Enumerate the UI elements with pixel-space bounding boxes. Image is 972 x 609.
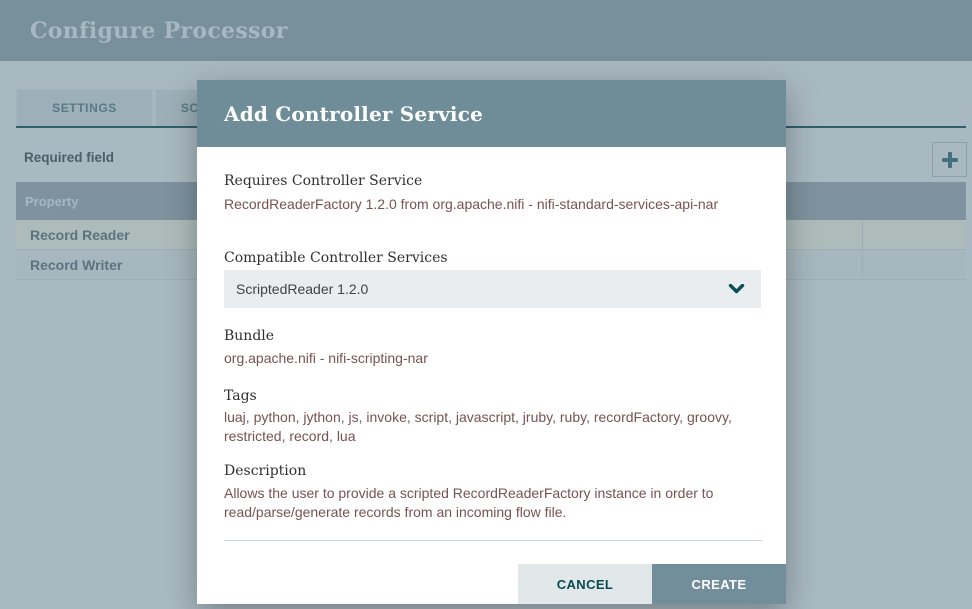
description-value: Allows the user to provide a scripted Re… — [224, 484, 761, 522]
compatible-services-dropdown[interactable]: ScriptedReader 1.2.0 — [224, 270, 761, 308]
add-controller-service-dialog: Add Controller Service Requires Controll… — [197, 80, 786, 604]
dialog-buttons: CANCEL CREATE — [518, 564, 786, 604]
requires-controller-service-value: RecordReaderFactory 1.2.0 from org.apach… — [224, 195, 761, 214]
property-name: Record Reader — [30, 227, 130, 243]
property-column-header-label: Property — [25, 194, 78, 209]
dialog-divider — [224, 540, 762, 541]
plus-icon — [942, 152, 958, 168]
compatible-services-label: Compatible Controller Services — [224, 250, 761, 266]
app-header: Configure Processor — [0, 0, 972, 61]
tab-settings[interactable]: SETTINGS — [16, 89, 153, 126]
create-button-label: CREATE — [692, 577, 747, 592]
bundle-label: Bundle — [224, 328, 761, 344]
add-property-button[interactable] — [932, 142, 967, 177]
required-field-note: Required field — [24, 150, 114, 165]
tags-value: luaj, python, jython, js, invoke, script… — [224, 408, 761, 446]
table-column-divider — [862, 220, 863, 280]
property-name: Record Writer — [30, 257, 122, 273]
dialog-title: Add Controller Service — [224, 102, 483, 126]
configure-processor-screen: Configure Processor SETTINGS SCHEDULING … — [0, 0, 972, 609]
selected-service: ScriptedReader 1.2.0 — [236, 281, 728, 297]
requires-controller-service-label: Requires Controller Service — [224, 173, 761, 189]
dialog-header: Add Controller Service — [197, 80, 786, 147]
create-button[interactable]: CREATE — [652, 564, 786, 604]
bundle-value: org.apache.nifi - nifi-scripting-nar — [224, 349, 761, 368]
tab-settings-label: SETTINGS — [52, 101, 117, 115]
tags-label: Tags — [224, 388, 761, 404]
cancel-button[interactable]: CANCEL — [518, 564, 652, 604]
cancel-button-label: CANCEL — [557, 577, 614, 592]
page-title: Configure Processor — [30, 18, 288, 44]
chevron-down-icon[interactable] — [728, 284, 745, 295]
description-label: Description — [224, 463, 761, 479]
